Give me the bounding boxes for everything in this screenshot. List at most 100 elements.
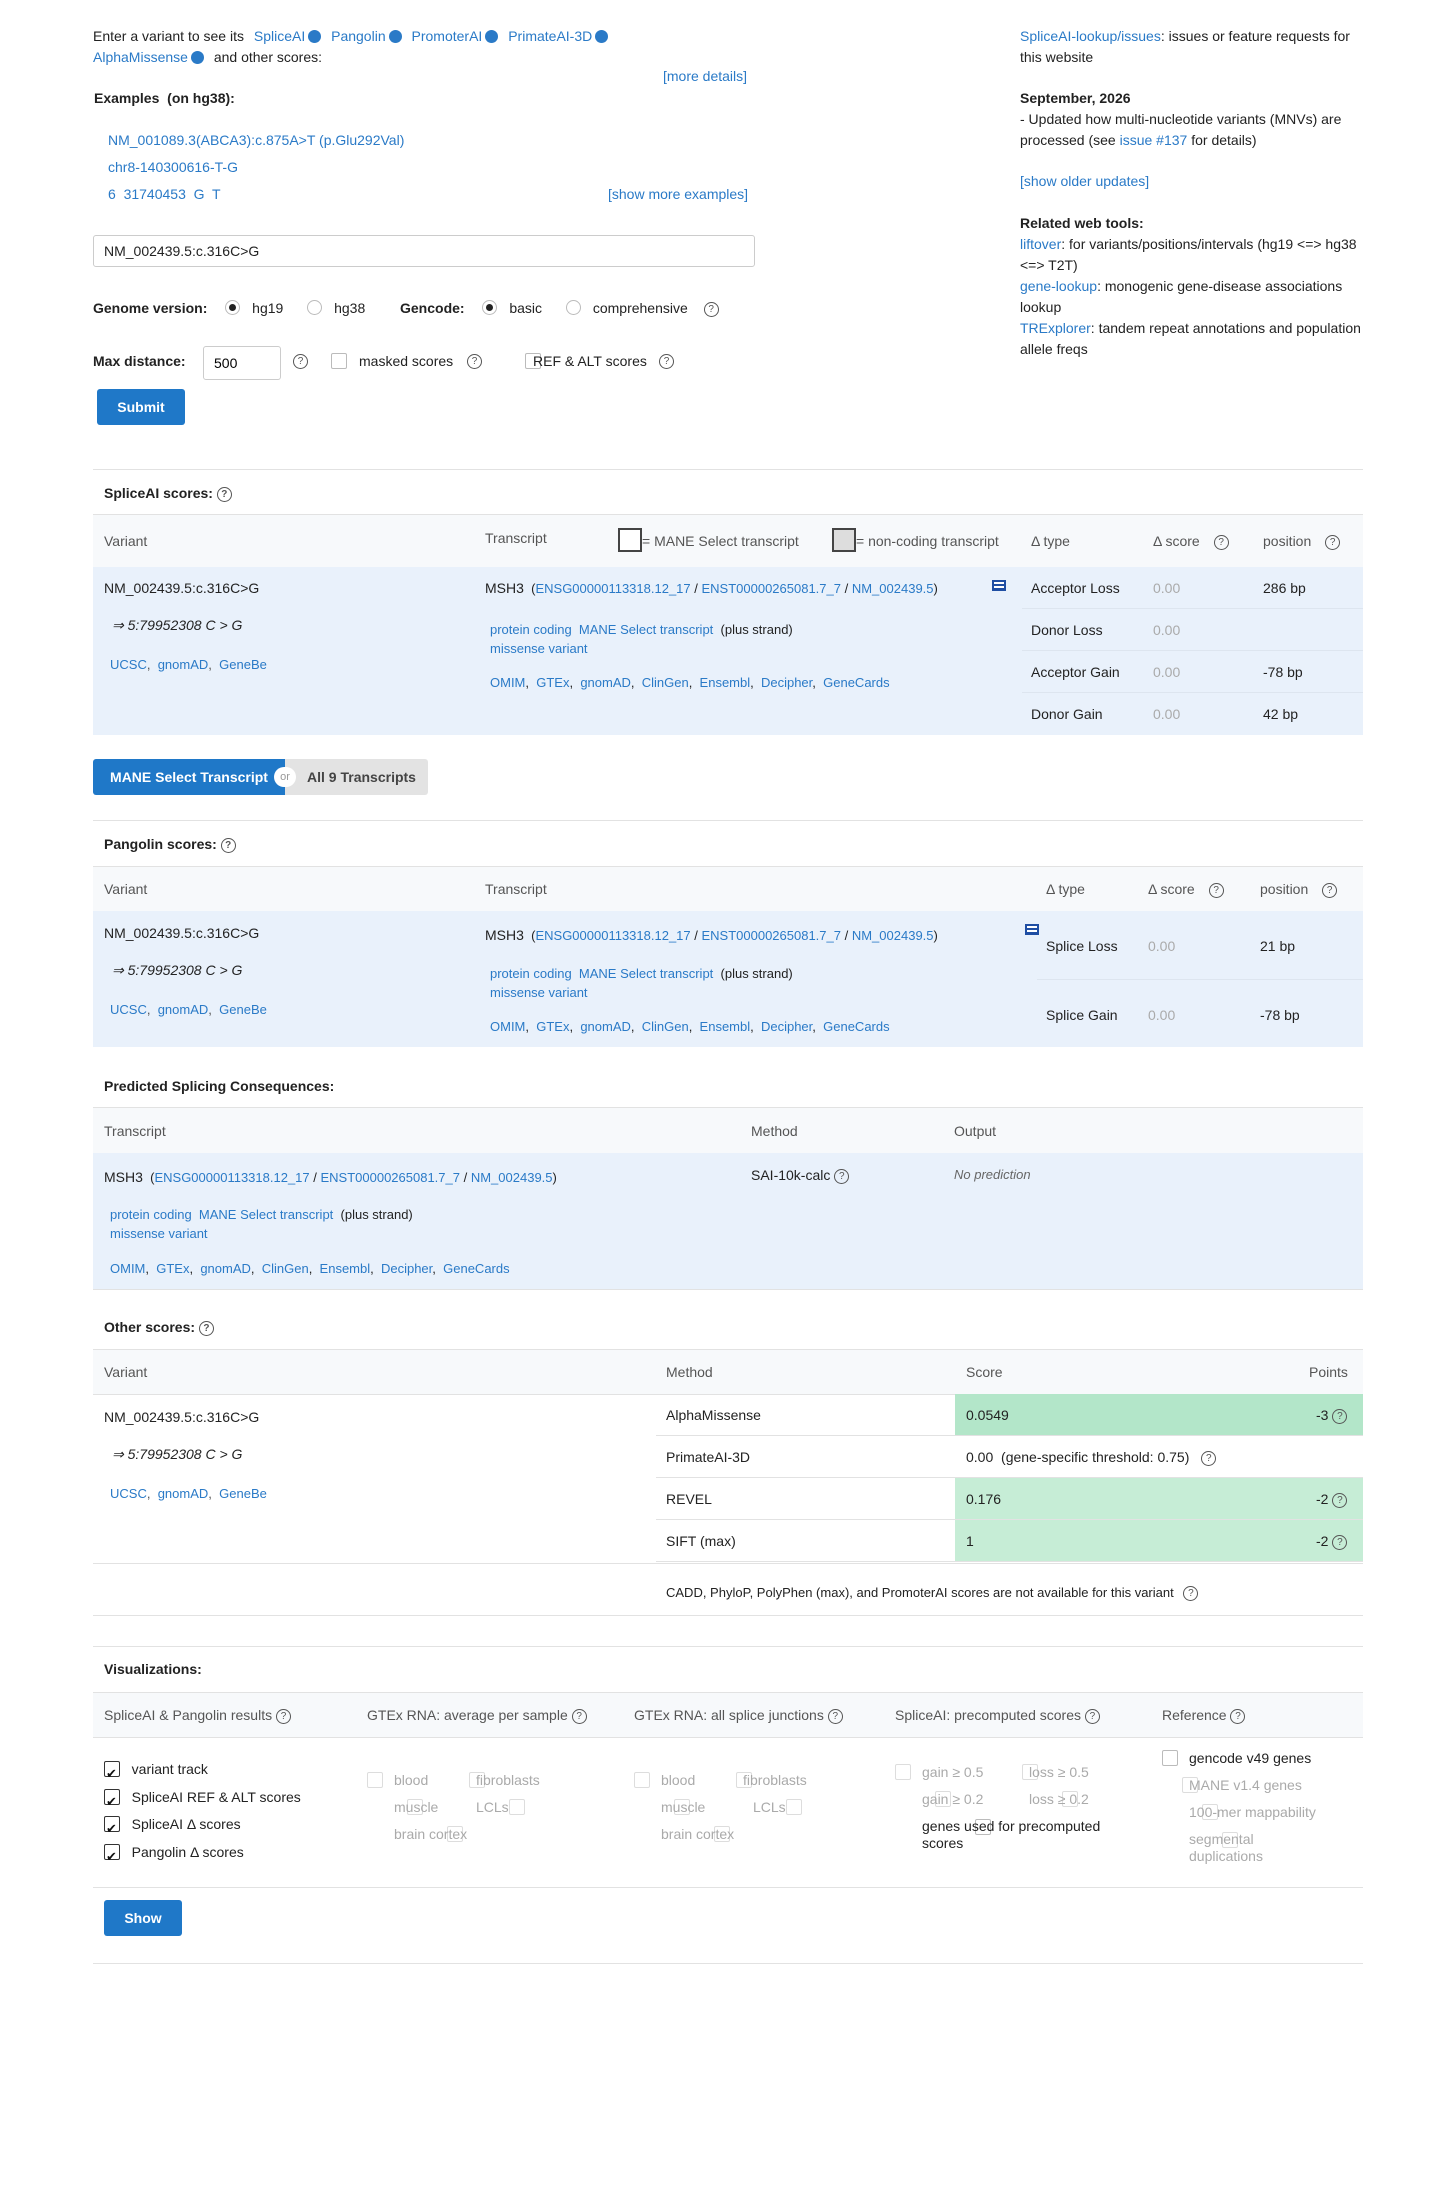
genecards-link[interactable]: GeneCards (823, 675, 889, 690)
gnomad-gene-link[interactable]: gnomAD (580, 675, 631, 690)
clingen-link[interactable]: ClinGen (642, 675, 689, 690)
clingen-link[interactable]: ClinGen (262, 1261, 309, 1276)
mane-link[interactable]: MANE Select transcript (579, 622, 713, 637)
help-icon[interactable]: ? (293, 354, 308, 369)
help-icon[interactable]: ? (467, 354, 482, 369)
genebe-link[interactable]: GeneBe (219, 657, 267, 672)
variant-input[interactable] (93, 235, 755, 267)
help-icon[interactable]: ? (703, 301, 719, 317)
example-3[interactable]: 6 31740453 G T (108, 186, 221, 202)
genecards-link[interactable]: GeneCards (443, 1261, 509, 1276)
blood-checkbox[interactable] (367, 1772, 383, 1788)
consequence-link[interactable]: missense variant (110, 1226, 208, 1241)
genecards-link[interactable]: GeneCards (823, 1019, 889, 1034)
help-icon[interactable]: ? (1332, 1492, 1348, 1508)
spliceai-ref-alt-checkbox[interactable] (104, 1788, 120, 1815)
spliceai-delta-checkbox[interactable] (104, 1815, 120, 1843)
all-transcripts-button[interactable]: All 9 Transcripts (285, 759, 428, 795)
help-icon[interactable]: ? (220, 837, 236, 853)
ensg-link[interactable]: ENSG00000113318.12_17 (535, 928, 690, 943)
biotype-link[interactable]: protein coding (490, 966, 572, 981)
promoterai-link[interactable]: PromoterAI (412, 28, 483, 44)
spliceai-link[interactable]: SpliceAI (254, 28, 305, 44)
lcls-checkbox[interactable] (785, 1799, 802, 1815)
ucsc-link[interactable]: UCSC (110, 657, 147, 672)
mane-toggle-button[interactable]: MANE Select Transcript (93, 759, 285, 795)
enst-link[interactable]: ENST00000265081.7_7 (701, 581, 841, 596)
biotype-link[interactable]: protein coding (490, 622, 572, 637)
ucsc-link[interactable]: UCSC (110, 1486, 147, 1501)
help-icon[interactable]: ? (1230, 1708, 1246, 1724)
help-icon[interactable]: ? (1208, 882, 1224, 898)
ensembl-link[interactable]: Ensembl (700, 1019, 751, 1034)
more-details-link[interactable]: [more details] (663, 68, 747, 84)
gtex-link[interactable]: GTEx (156, 1261, 189, 1276)
hg19-radio[interactable] (225, 300, 241, 315)
help-icon[interactable]: ? (1332, 1408, 1348, 1424)
help-icon[interactable]: ? (834, 1168, 850, 1184)
clingen-link[interactable]: ClinGen (642, 1019, 689, 1034)
ensg-link[interactable]: ENSG00000113318.12_17 (154, 1170, 309, 1185)
help-icon[interactable]: ? (1183, 1586, 1199, 1602)
github-icon[interactable] (485, 30, 499, 43)
alphamissense-link[interactable]: AlphaMissense (93, 49, 188, 65)
pangolin-delta-checkbox[interactable] (104, 1843, 120, 1870)
gtex-link[interactable]: GTEx (536, 675, 569, 690)
gnomad-gene-link[interactable]: gnomAD (200, 1261, 251, 1276)
example-2[interactable]: chr8-140300616-T-G (108, 159, 238, 175)
gnomad-gene-link[interactable]: gnomAD (580, 1019, 631, 1034)
example-1[interactable]: NM_001089.3(ABCA3):c.875A>T (p.Glu292Val… (108, 132, 404, 148)
mane-link[interactable]: MANE Select transcript (199, 1207, 333, 1222)
hg38-radio[interactable] (307, 300, 323, 315)
enst-link[interactable]: ENST00000265081.7_7 (320, 1170, 460, 1185)
decipher-link[interactable]: Decipher (761, 1019, 812, 1034)
help-icon[interactable]: ? (571, 1708, 587, 1724)
genebe-link[interactable]: GeneBe (219, 1486, 267, 1501)
omim-link[interactable]: OMIM (110, 1261, 145, 1276)
omim-link[interactable]: OMIM (490, 675, 525, 690)
variant-track-checkbox[interactable] (104, 1760, 120, 1788)
github-icon[interactable] (388, 30, 402, 43)
submit-button[interactable]: Submit (97, 389, 185, 425)
github-icon[interactable] (190, 51, 204, 64)
masked-scores-checkbox[interactable] (331, 353, 347, 369)
ensembl-link[interactable]: Ensembl (700, 675, 751, 690)
nm-link[interactable]: NM_002439.5 (852, 928, 934, 943)
help-icon[interactable]: ? (1325, 534, 1341, 550)
liftover-link[interactable]: liftover (1020, 236, 1061, 252)
help-icon[interactable]: ? (216, 486, 232, 502)
gene-lookup-link[interactable]: gene-lookup (1020, 278, 1097, 294)
help-icon[interactable]: ? (1084, 1708, 1100, 1724)
biotype-link[interactable]: protein coding (110, 1207, 192, 1222)
primateai-link[interactable]: PrimateAI-3D (508, 28, 592, 44)
decipher-link[interactable]: Decipher (761, 675, 812, 690)
help-icon[interactable]: ? (827, 1708, 843, 1724)
help-icon[interactable]: ? (275, 1708, 291, 1724)
github-icon[interactable] (595, 30, 609, 43)
nm-link[interactable]: NM_002439.5 (471, 1170, 553, 1185)
github-icon[interactable] (308, 30, 322, 43)
show-older-updates-link[interactable]: [show older updates] (1020, 173, 1149, 189)
help-icon[interactable]: ? (659, 354, 674, 369)
help-icon[interactable]: ? (1332, 1534, 1348, 1550)
ucsc-link[interactable]: UCSC (110, 1002, 147, 1017)
gnomad-link[interactable]: gnomAD (158, 657, 209, 672)
help-icon[interactable]: ? (1201, 1450, 1217, 1466)
lcls-checkbox[interactable] (508, 1799, 525, 1815)
blood-checkbox[interactable] (634, 1772, 650, 1788)
gnomad-link[interactable]: gnomAD (158, 1002, 209, 1017)
ensembl-link[interactable]: Ensembl (320, 1261, 371, 1276)
pangolin-link[interactable]: Pangolin (331, 28, 386, 44)
help-icon[interactable]: ? (1213, 534, 1229, 550)
consequence-link[interactable]: missense variant (490, 641, 588, 656)
help-icon[interactable]: ? (198, 1320, 214, 1336)
show-button[interactable]: Show (104, 1900, 182, 1936)
basic-radio[interactable] (482, 300, 498, 315)
issues-link[interactable]: SpliceAI-lookup/issues (1020, 28, 1161, 44)
genebe-link[interactable]: GeneBe (219, 1002, 267, 1017)
decipher-link[interactable]: Decipher (381, 1261, 432, 1276)
show-more-examples-link[interactable]: [show more examples] (608, 186, 748, 202)
gain-05-checkbox[interactable] (895, 1764, 911, 1780)
max-distance-input[interactable] (203, 346, 281, 380)
help-icon[interactable]: ? (1322, 882, 1338, 898)
